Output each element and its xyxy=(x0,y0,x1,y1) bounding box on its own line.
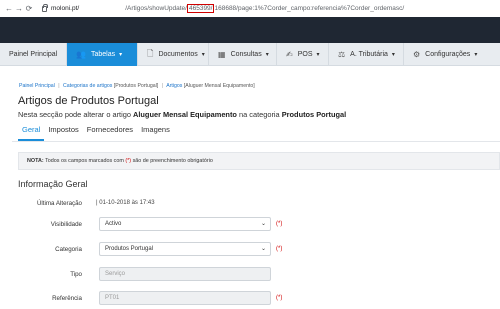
required-note: NOTA: Todos os campos marcados com (*) s… xyxy=(18,152,500,170)
nav-item-label: Consultas xyxy=(230,51,262,58)
reference-label: Referência xyxy=(52,295,82,302)
tab-geral[interactable]: Geral xyxy=(18,124,45,141)
main-content: Painel Principal | Categorias de artigos… xyxy=(12,66,500,309)
url-highlighted-id: 465399/ xyxy=(186,4,215,13)
type-field: Serviço xyxy=(99,267,271,281)
url-path-end: 168688/page:1%7Corder_campo:referencia%7… xyxy=(214,5,405,12)
nav-item-label: POS xyxy=(297,51,313,58)
breadcrumb: Painel Principal | Categorias de artigos… xyxy=(19,83,255,89)
visibility-select[interactable]: Activo ⌄ xyxy=(99,217,271,231)
chevron-down-icon: ▾ xyxy=(265,52,269,58)
type-label: Tipo xyxy=(70,271,82,278)
settings-icon: ⚙ xyxy=(413,50,421,59)
breadcrumb-articles-link[interactable]: Artigos xyxy=(166,83,182,89)
pos-icon: ✍ xyxy=(286,50,293,59)
app-header-band xyxy=(0,17,500,43)
page-subtitle: Nesta secção pode alterar o artigo Alugu… xyxy=(18,110,346,119)
chevron-down-icon: ▾ xyxy=(391,52,395,58)
subtitle-category-name: Produtos Portugal xyxy=(281,110,347,119)
subtitle-article-name: Aluguer Mensal Equipamento xyxy=(133,110,237,119)
scale-icon: ⚖ xyxy=(338,50,346,59)
visibility-value: Activo xyxy=(105,221,122,227)
required-mark: (*) xyxy=(276,221,283,227)
forward-arrow-icon[interactable]: → xyxy=(14,4,24,13)
last-change-value: | 01-10-2018 às 17:43 xyxy=(96,200,155,206)
nav-documentos[interactable]: 🗋 Documentos ▾ xyxy=(138,43,209,66)
note-text: Todos os campos marcados com xyxy=(43,158,126,164)
visibility-label: Visibilidade xyxy=(50,221,82,228)
nav-tabelas[interactable]: 👥 Tabelas ▾ xyxy=(67,43,138,66)
main-nav: Painel Principal 👥 Tabelas ▾ 🗋 Documento… xyxy=(0,43,500,66)
nav-item-label: A. Tributária xyxy=(350,51,388,58)
reference-field[interactable]: PT01 xyxy=(99,291,271,305)
url-host[interactable]: moloni.pt/ xyxy=(51,5,79,12)
breadcrumb-category-name: [Produtos Portugal] xyxy=(113,83,159,89)
nav-item-label: Painel Principal xyxy=(9,51,58,58)
browser-address-bar: ← → ⟳ moloni.pt/ /Artigos/showUpdate/465… xyxy=(0,0,500,17)
tab-fornecedores[interactable]: Fornecedores xyxy=(83,124,137,141)
tabs: Geral Impostos Fornecedores Imagens xyxy=(18,124,174,141)
users-icon: 👥 xyxy=(76,50,86,59)
breadcrumb-home-link[interactable]: Painel Principal xyxy=(19,83,55,89)
tab-imagens[interactable]: Imagens xyxy=(137,124,174,141)
category-label: Categoria xyxy=(55,246,82,253)
chevron-down-icon: ▾ xyxy=(316,52,320,58)
url-path[interactable]: /Artigos/showUpdate/465399/168688/page:1… xyxy=(125,4,405,13)
breadcrumb-separator: | xyxy=(58,83,60,89)
subtitle-text: Nesta secção pode alterar o artigo xyxy=(18,110,134,119)
page-title: Artigos de Produtos Portugal xyxy=(18,95,159,107)
nav-painel-principal[interactable]: Painel Principal xyxy=(0,43,67,66)
chevron-down-icon: ⌄ xyxy=(260,221,266,227)
report-icon: ▦ xyxy=(218,50,226,59)
nav-item-label: Configurações xyxy=(425,51,471,58)
nav-consultas[interactable]: ▦ Consultas ▾ xyxy=(209,43,277,66)
chevron-down-icon: ▾ xyxy=(119,52,123,58)
breadcrumb-categories-link[interactable]: Categorias de artigos xyxy=(63,83,112,89)
url-path-start: /Artigos/showUpdate/ xyxy=(125,5,187,12)
tabs-divider xyxy=(12,141,500,142)
section-title: Informação Geral xyxy=(18,179,88,189)
last-change-label: Última Alteração xyxy=(36,200,82,207)
category-select[interactable]: Produtos Portugal ⌄ xyxy=(99,242,271,256)
nav-item-label: Documentos xyxy=(158,51,198,58)
chevron-down-icon: ▾ xyxy=(201,52,205,58)
required-mark: (*) xyxy=(276,295,283,301)
breadcrumb-article-name: [Aluguer Mensal Equipamento] xyxy=(183,83,255,89)
nav-item-label: Tabelas xyxy=(90,51,116,58)
lock-icon xyxy=(42,3,48,12)
subtitle-text: na categoria xyxy=(236,110,282,119)
chevron-down-icon: ▾ xyxy=(474,52,478,58)
category-value: Produtos Portugal xyxy=(105,246,154,252)
back-arrow-icon[interactable]: ← xyxy=(4,4,14,13)
nav-pos[interactable]: ✍ POS ▾ xyxy=(277,43,329,66)
tab-impostos[interactable]: Impostos xyxy=(44,124,82,141)
nav-configuracoes[interactable]: ⚙ Configurações ▾ xyxy=(404,43,500,66)
nav-autoridade-tributaria[interactable]: ⚖ A. Tributária ▾ xyxy=(329,43,404,66)
required-mark: (*) xyxy=(276,246,283,252)
document-icon: 🗋 xyxy=(147,48,154,58)
note-text: são de preenchimento obrigatório xyxy=(131,158,213,164)
reload-icon[interactable]: ⟳ xyxy=(24,4,34,13)
breadcrumb-separator: | xyxy=(161,83,164,89)
chevron-down-icon: ⌄ xyxy=(260,246,266,252)
note-label: NOTA: xyxy=(27,158,44,164)
